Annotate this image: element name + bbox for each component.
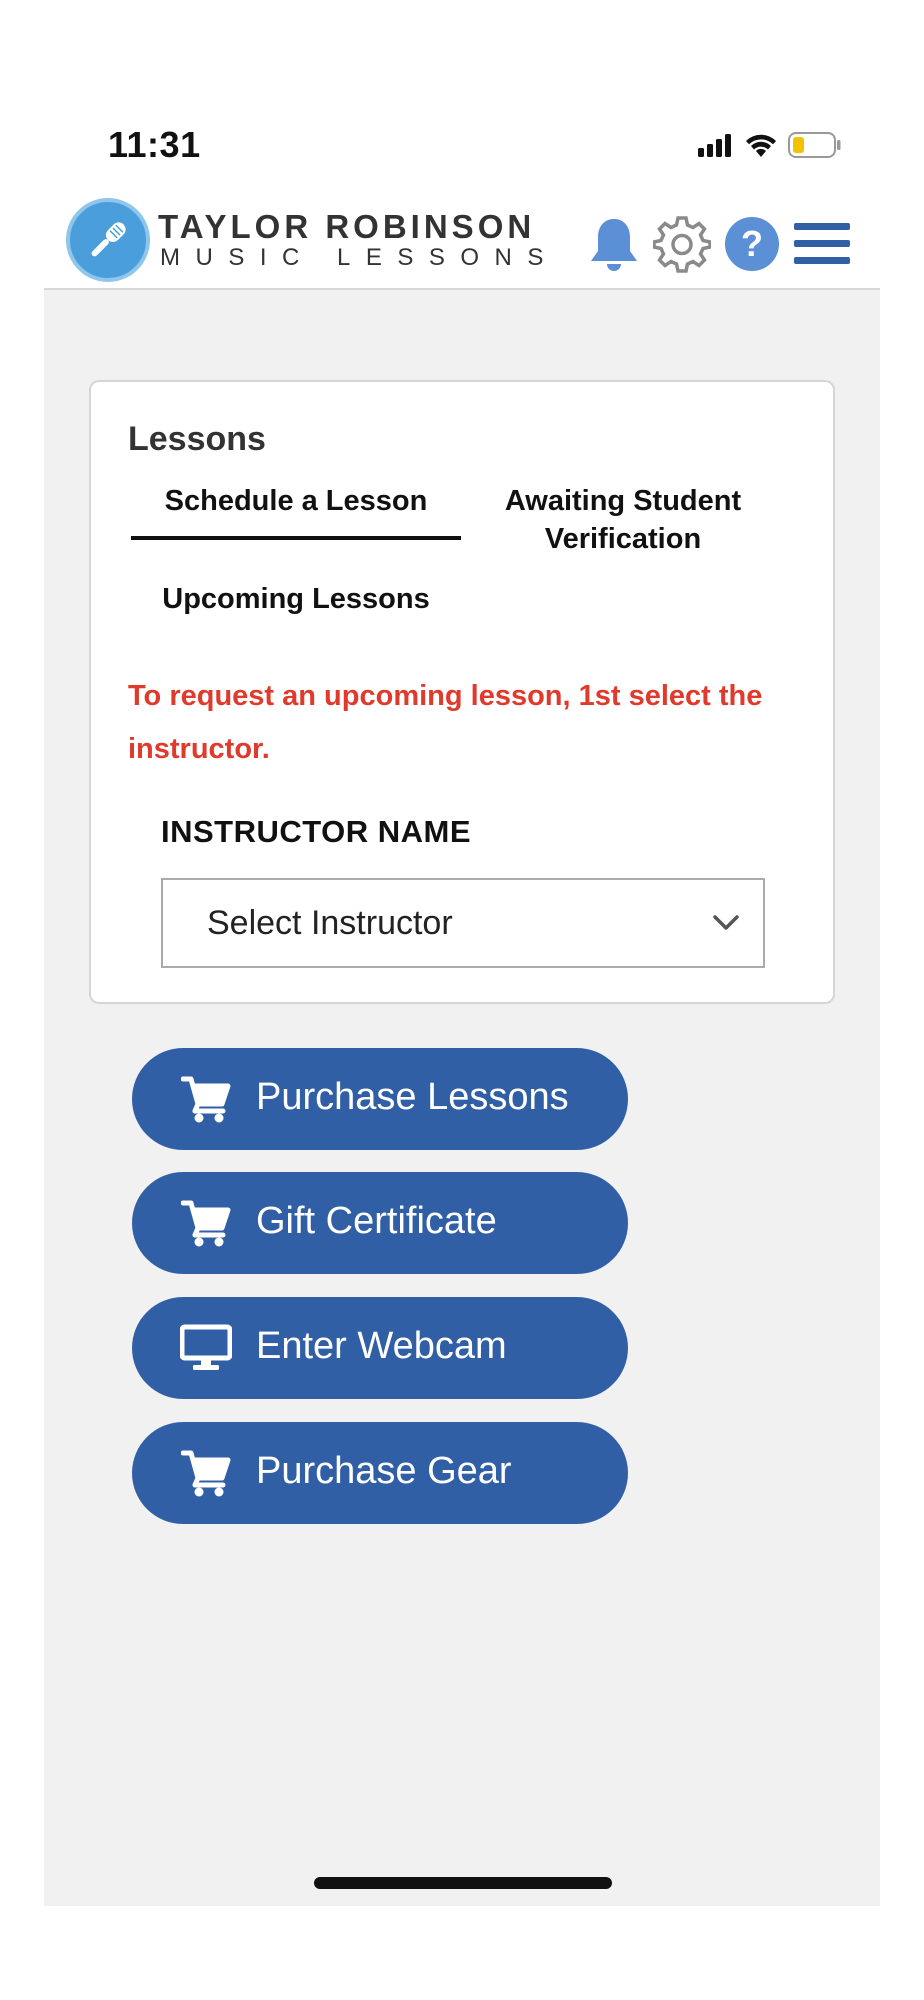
tab-awaiting-student-verification[interactable]: Awaiting Student Verification [483, 482, 763, 558]
purchase-lessons-button[interactable]: Purchase Lessons [132, 1048, 628, 1150]
status-bar: 11:31 [0, 0, 924, 190]
hamburger-menu-icon [794, 223, 850, 264]
microphone-logo-icon [91, 222, 126, 257]
settings-button[interactable] [652, 214, 712, 274]
brand-subtitle: MUSIC LESSONS [160, 244, 559, 271]
battery-icon [788, 132, 841, 158]
brand-name: TAYLOR ROBINSON [158, 208, 536, 245]
chevron-down-icon [713, 915, 739, 930]
help-icon: ? [725, 217, 779, 271]
instructor-name-label: INSTRUCTOR NAME [161, 814, 472, 849]
home-indicator[interactable] [314, 1877, 612, 1889]
app-frame: TAYLOR ROBINSON MUSIC LESSONS ? Lessons … [44, 192, 880, 1906]
menu-button[interactable] [792, 214, 852, 274]
purchase-gear-button[interactable]: Purchase Gear [132, 1422, 628, 1524]
status-icons [698, 128, 842, 162]
tab-upcoming-lessons[interactable]: Upcoming Lessons [131, 580, 461, 618]
enter-webcam-button[interactable]: Enter Webcam [132, 1297, 628, 1399]
instructor-select[interactable]: Select Instructor [161, 878, 765, 968]
button-label: Purchase Gear [256, 1450, 512, 1492]
cart-icon [180, 1448, 232, 1498]
tab-schedule-a-lesson[interactable]: Schedule a Lesson [131, 482, 461, 520]
logo-badge[interactable] [66, 198, 150, 282]
svg-text:?: ? [741, 223, 763, 264]
status-time: 11:31 [108, 124, 201, 165]
active-tab-indicator [131, 536, 461, 540]
instructor-select-value: Select Instructor [207, 904, 453, 942]
card-title: Lessons [128, 420, 266, 458]
bell-icon [591, 219, 637, 271]
button-label: Gift Certificate [256, 1200, 497, 1242]
cart-icon [180, 1198, 232, 1248]
button-label: Purchase Lessons [256, 1076, 569, 1118]
lessons-card: Lessons Schedule a Lesson Awaiting Stude… [89, 380, 835, 1004]
instructor-notice: To request an upcoming lesson, 1st selec… [128, 680, 763, 765]
wifi-icon [746, 134, 776, 157]
button-label: Enter Webcam [256, 1325, 507, 1367]
monitor-icon [180, 1323, 232, 1373]
help-button[interactable]: ? [722, 214, 782, 274]
gear-icon [653, 216, 711, 273]
signal-icon [698, 134, 731, 157]
gift-certificate-button[interactable]: Gift Certificate [132, 1172, 628, 1274]
cart-icon [180, 1074, 232, 1124]
app-header: TAYLOR ROBINSON MUSIC LESSONS ? [44, 192, 880, 290]
notifications-button[interactable] [584, 214, 644, 274]
